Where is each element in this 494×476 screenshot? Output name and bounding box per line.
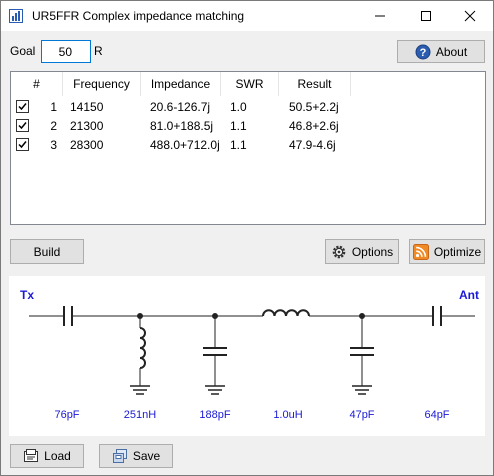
close-button[interactable] — [447, 1, 493, 31]
checkmark-icon — [18, 103, 27, 111]
load-label: Load — [44, 449, 71, 463]
circuit-diagram: Tx Ant 76pF 251nH 188pF 1.0uH 47pF 64pF — [9, 276, 485, 436]
row-impedance: 488.0+712.0j — [150, 137, 220, 152]
about-button[interactable]: ? About — [397, 40, 485, 63]
row-number: 2 — [50, 118, 57, 133]
help-icon: ? — [415, 44, 431, 60]
value-47pf: 47pF — [349, 409, 374, 421]
column-header-swr[interactable]: SWR — [221, 72, 279, 96]
shunt-capacitor-188pf-icon — [203, 313, 227, 395]
shunt-capacitor-47pf-icon — [350, 313, 374, 395]
value-251nh: 251nH — [124, 409, 156, 421]
save-icon — [112, 448, 128, 464]
row-impedance: 20.6-126.7j — [150, 99, 211, 114]
column-header-result[interactable]: Result — [279, 72, 351, 96]
goal-unit-label: R — [94, 44, 103, 58]
shunt-inductor-251nh-icon — [130, 313, 150, 395]
row-swr: 1.0 — [230, 99, 247, 114]
build-button[interactable]: Build — [10, 239, 84, 264]
table-row[interactable]: 3 28300 488.0+712.0j 1.1 47.9-4.6j — [11, 135, 361, 154]
rss-icon — [412, 243, 429, 260]
options-label: Options — [351, 244, 394, 259]
circuit-schematic: Tx Ant 76pF 251nH 188pF 1.0uH 47pF 64pF — [20, 288, 479, 421]
gear-icon — [331, 244, 347, 260]
row-result: 50.5+2.2j — [289, 99, 339, 114]
app-icon — [9, 9, 23, 23]
maximize-icon — [421, 11, 431, 21]
optimize-button[interactable]: Optimize — [409, 239, 485, 264]
minimize-icon — [375, 15, 385, 17]
value-1uh: 1.0uH — [273, 409, 302, 421]
series-capacitor-76pf-icon — [63, 306, 73, 326]
table-header: # Frequency Impedance SWR Result — [11, 72, 351, 96]
goal-input[interactable] — [41, 40, 91, 63]
checkmark-icon — [18, 122, 27, 130]
row-swr: 1.1 — [230, 118, 247, 133]
column-header-frequency[interactable]: Frequency — [63, 72, 141, 96]
svg-text:?: ? — [419, 47, 426, 59]
row-checkbox[interactable] — [16, 100, 29, 113]
window-title: UR5FFR Complex impedance matching — [32, 9, 245, 23]
value-76pf: 76pF — [54, 409, 79, 421]
frequency-table[interactable]: # Frequency Impedance SWR Result 1 14150… — [10, 71, 486, 225]
close-icon — [464, 10, 476, 22]
title-bar[interactable]: UR5FFR Complex impedance matching — [1, 1, 493, 31]
save-button[interactable]: Save — [99, 444, 173, 468]
value-188pf: 188pF — [199, 409, 230, 421]
maximize-button[interactable] — [403, 1, 449, 31]
app-window: UR5FFR Complex impedance matching Goal R… — [0, 0, 494, 476]
series-inductor-1uh-icon — [262, 309, 310, 317]
series-capacitor-64pf-icon — [432, 306, 442, 326]
tx-label: Tx — [20, 288, 34, 302]
column-header-impedance[interactable]: Impedance — [141, 72, 221, 96]
column-header-number[interactable]: # — [11, 72, 63, 96]
table-row[interactable]: 2 21300 81.0+188.5j 1.1 46.8+2.6j — [11, 116, 361, 135]
checkmark-icon — [18, 141, 27, 149]
row-checkbox[interactable] — [16, 119, 29, 132]
row-impedance: 81.0+188.5j — [150, 118, 214, 133]
ant-label: Ant — [459, 288, 479, 302]
row-number: 3 — [50, 137, 57, 152]
row-number: 1 — [50, 99, 57, 114]
minimize-button[interactable] — [357, 1, 403, 31]
load-button[interactable]: Load — [10, 444, 84, 468]
build-label: Build — [33, 244, 61, 259]
options-button[interactable]: Options — [325, 239, 399, 264]
row-result: 47.9-4.6j — [289, 137, 336, 152]
about-label: About — [435, 44, 468, 59]
optimize-label: Optimize — [433, 244, 482, 259]
row-frequency: 14150 — [70, 99, 104, 114]
save-label: Save — [132, 449, 161, 463]
table-row[interactable]: 1 14150 20.6-126.7j 1.0 50.5+2.2j — [11, 97, 361, 116]
row-frequency: 28300 — [70, 137, 104, 152]
row-checkbox[interactable] — [16, 138, 29, 151]
value-64pf: 64pF — [424, 409, 449, 421]
goal-label: Goal — [10, 44, 36, 58]
row-frequency: 21300 — [70, 118, 104, 133]
load-icon — [23, 448, 39, 464]
row-result: 46.8+2.6j — [289, 118, 339, 133]
row-swr: 1.1 — [230, 137, 247, 152]
